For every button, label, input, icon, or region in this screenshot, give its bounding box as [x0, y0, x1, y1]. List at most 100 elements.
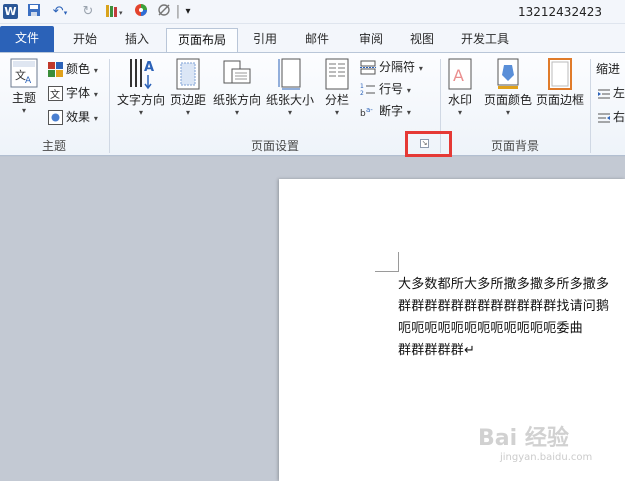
page-color-dropdown-icon: ▾: [505, 108, 510, 117]
page-size-dropdown-icon: ▾: [287, 108, 292, 117]
document-line-2[interactable]: 群群群群群群群群群群群群找请问鹅: [398, 296, 609, 318]
word-app-icon[interactable]: W: [3, 4, 18, 19]
indent-left-control[interactable]: 左: [598, 83, 625, 103]
format-painter-icon[interactable]: ▾: [103, 3, 127, 21]
tab-view[interactable]: 视图: [400, 28, 444, 52]
tab-developer[interactable]: 开发工具: [450, 28, 520, 52]
watermark-icon: A: [448, 58, 472, 90]
svg-text:▾: ▾: [119, 9, 123, 17]
svg-text:A: A: [25, 76, 32, 86]
page-color-button[interactable]: 页面颜色 ▾: [481, 57, 535, 131]
breaks-label: 分隔符: [379, 60, 416, 74]
page-size-icon: [278, 58, 301, 90]
page-color-icon: [497, 58, 519, 89]
themes-dropdown-icon: ▾: [21, 106, 26, 115]
page-borders-label: 页面边框: [535, 93, 584, 107]
columns-button[interactable]: 分栏 ▾: [320, 57, 354, 131]
orientation-label: 纸张方向: [212, 93, 261, 107]
svg-text:2: 2: [360, 90, 364, 97]
orientation-button[interactable]: 纸张方向 ▾: [211, 57, 263, 131]
margins-icon: [176, 58, 200, 90]
watermark-button[interactable]: A 水印 ▾: [444, 57, 476, 131]
page-borders-icon: [548, 58, 572, 90]
theme-effects-label: 效果: [66, 110, 91, 124]
baidu-watermark: Bai 经验: [478, 426, 569, 451]
watermark-label: 水印: [447, 93, 472, 107]
baidu-watermark-url: jingyan.baidu.com: [500, 452, 593, 463]
text-direction-label: 文字方向: [116, 93, 165, 107]
columns-label: 分栏: [324, 93, 349, 107]
quick-access-toolbar: W ↶▾ ↻ ▾ | ▾ 13212432423: [0, 0, 625, 24]
page-borders-button[interactable]: 页面边框: [535, 57, 585, 131]
svg-text:a-: a-: [366, 106, 373, 114]
hyphenation-label: 断字: [379, 104, 404, 118]
window-title: 13212432423: [518, 5, 602, 19]
hyphenation-icon: b a-: [360, 106, 373, 119]
theme-fonts-label: 字体: [66, 86, 91, 100]
color-wheel-icon[interactable]: [133, 3, 149, 21]
svg-text:1: 1: [360, 83, 364, 90]
margins-label: 页边距: [169, 93, 206, 107]
tab-file[interactable]: 文件: [0, 26, 54, 52]
theme-colors-icon: [48, 62, 63, 77]
tab-page-layout[interactable]: 页面布局: [166, 28, 238, 52]
tab-insert[interactable]: 插入: [114, 28, 160, 52]
theme-fonts-icon: 文: [48, 86, 63, 101]
line-numbers-button[interactable]: 1 2 行号 ▾: [360, 79, 411, 99]
page-setup-dialog-launcher-icon[interactable]: ↘: [420, 139, 429, 148]
redo-icon[interactable]: ↻: [80, 3, 96, 21]
orientation-icon: [223, 60, 251, 84]
indent-left-icon: [598, 89, 610, 98]
theme-colors-label: 颜色: [66, 62, 91, 76]
page-size-button[interactable]: 纸张大小 ▾: [264, 57, 316, 131]
no-format-icon[interactable]: [156, 3, 172, 21]
tab-mailings[interactable]: 邮件: [294, 28, 340, 52]
theme-effects-button[interactable]: 效果 ▾: [48, 107, 98, 127]
theme-colors-button[interactable]: 颜色 ▾: [48, 59, 98, 79]
page-size-label: 纸张大小: [265, 93, 314, 107]
document-line-4[interactable]: 群群群群群↵: [398, 340, 475, 362]
page-color-label: 页面颜色: [483, 93, 532, 107]
undo-icon[interactable]: ↶▾: [48, 3, 72, 21]
svg-text:A: A: [453, 66, 464, 85]
margins-dropdown-icon: ▾: [185, 108, 190, 117]
columns-icon: [325, 58, 349, 90]
ribbon-tabs: 文件 开始 插入 页面布局 引用 邮件 审阅 视图 开发工具: [0, 24, 625, 52]
line-numbers-icon: 12: [360, 83, 375, 97]
text-direction-button[interactable]: A 文字方向 ▾: [115, 57, 167, 131]
page-setup-group-label: 页面设置: [250, 139, 299, 153]
themes-icon: 文A: [10, 58, 38, 88]
indent-left-label: 左: [613, 86, 625, 100]
orientation-dropdown-icon: ▾: [234, 108, 239, 117]
themes-label: 主题: [11, 91, 36, 105]
text-direction-icon: A: [130, 59, 154, 90]
line-numbers-label: 行号: [379, 82, 404, 96]
svg-text:A: A: [144, 60, 154, 75]
margin-corner-mark: [375, 252, 399, 272]
tab-home[interactable]: 开始: [62, 28, 108, 52]
breaks-icon: [360, 60, 376, 75]
columns-dropdown-icon: ▾: [334, 108, 339, 117]
ribbon-panel: 文A 主题 ▾ 颜色 ▾ 文字体 ▾ 效果 ▾ 主题 A 文字方向 ▾ 页边距 …: [0, 52, 625, 156]
margins-button[interactable]: 页边距 ▾: [168, 57, 208, 131]
hyphenation-button[interactable]: b a- 断字 ▾: [360, 101, 411, 121]
tab-references[interactable]: 引用: [244, 28, 286, 52]
breaks-button[interactable]: 分隔符 ▾: [360, 57, 423, 77]
svg-text:文: 文: [50, 88, 60, 101]
theme-effects-icon: [48, 110, 63, 125]
qat-separator: |: [175, 4, 181, 19]
indent-right-icon: [598, 113, 610, 122]
themes-group-label: 主题: [41, 139, 66, 153]
indent-right-control[interactable]: 右: [598, 107, 625, 127]
watermark-dropdown-icon: ▾: [457, 108, 462, 117]
customize-qat-icon[interactable]: ▾: [182, 3, 194, 21]
save-icon[interactable]: [26, 3, 42, 21]
tab-review[interactable]: 审阅: [348, 28, 394, 52]
document-line-1[interactable]: 大多数都所大多所撒多撒多所多撒多: [398, 274, 609, 296]
theme-fonts-button[interactable]: 文字体 ▾: [48, 83, 98, 103]
indent-label: 缩进: [596, 62, 621, 76]
page-background-group-label: 页面背景: [490, 139, 539, 153]
document-line-3[interactable]: 呃呃呃呃呃呃呃呃呃呃呃呃委曲: [398, 318, 583, 340]
themes-button[interactable]: 文A 主题 ▾: [6, 57, 42, 131]
indent-right-label: 右: [613, 110, 625, 124]
